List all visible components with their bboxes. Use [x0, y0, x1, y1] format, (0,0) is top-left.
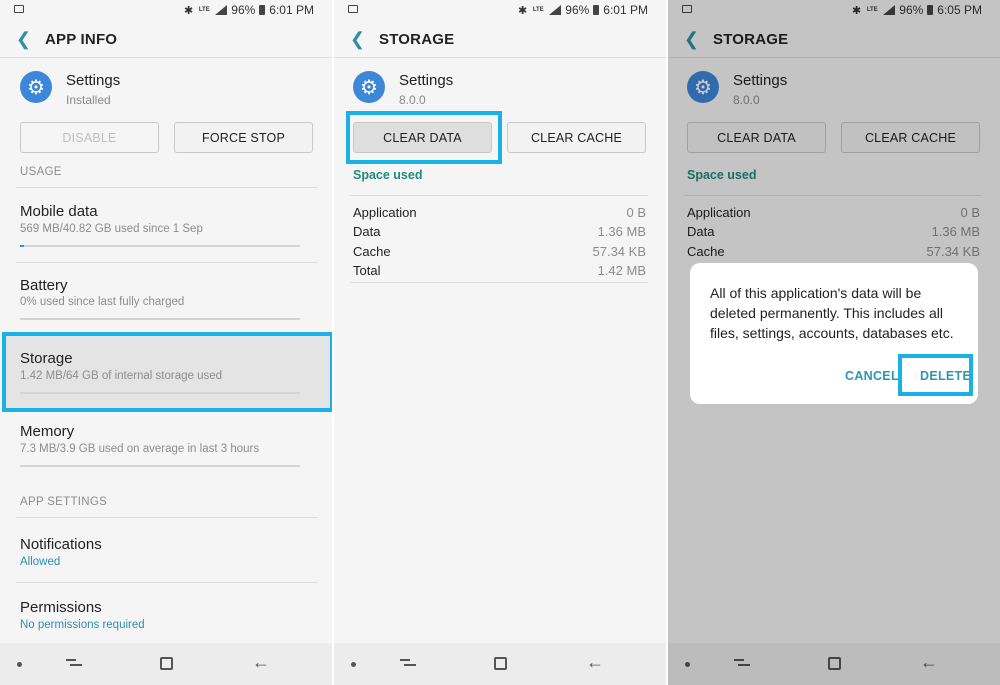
app-version: 8.0.0: [399, 93, 426, 107]
space-used-header: Space used: [353, 168, 423, 182]
app-name: Settings: [399, 72, 454, 89]
cancel-button[interactable]: CANCEL: [845, 369, 899, 383]
signal-icon: [549, 5, 562, 15]
mobile-data-title: Mobile data: [20, 203, 98, 220]
clock: 6:01 PM: [269, 3, 314, 17]
storage-title: Storage: [20, 350, 73, 367]
storage-screen: ✱ LTE 96% 6:01 PM ❮ STORAGE ⚙ Settings 8…: [334, 0, 666, 685]
app-bar: ❮ APP INFO: [0, 26, 332, 54]
row-label: Application: [353, 205, 417, 220]
app-bar: ❮ STORAGE: [334, 26, 666, 54]
battery-sub: 0% used since last fully charged: [20, 296, 185, 308]
app-settings-section-header: APP SETTINGS: [20, 496, 108, 508]
nav-dot-icon[interactable]: [17, 662, 22, 667]
signal-icon: [215, 5, 228, 15]
storage-item-highlight[interactable]: Storage 1.42 MB/64 GB of internal storag…: [2, 332, 334, 412]
dialog-message: All of this application's data will be d…: [710, 285, 954, 341]
battery-icon: [593, 5, 600, 15]
clear-data-highlight: [346, 111, 502, 164]
gallery-icon: [14, 5, 24, 13]
battery-percent: 96%: [231, 3, 256, 17]
notifications-title: Notifications: [20, 536, 102, 553]
storage-row: Total 1.42 MB: [353, 263, 646, 283]
storage-row: Application 0 B: [353, 205, 646, 225]
force-stop-button[interactable]: FORCE STOP: [174, 122, 313, 153]
usage-section-header: USAGE: [20, 166, 62, 178]
mobile-data-usage-fill: [20, 245, 24, 247]
storage-usage-bar: [20, 392, 300, 394]
row-label: Total: [353, 263, 381, 278]
battery-icon: [259, 5, 266, 15]
back-arrow-icon[interactable]: ←: [586, 652, 604, 673]
row-divider: [16, 262, 318, 263]
header-divider: [0, 57, 332, 58]
back-arrow-icon[interactable]: ←: [252, 652, 270, 673]
lte-indicator: LTE: [532, 7, 544, 13]
row-value: 57.34 KB: [592, 244, 647, 259]
battery-title: Battery: [20, 277, 68, 294]
lte-indicator: LTE: [198, 7, 210, 13]
settings-gear-icon: ⚙: [353, 71, 385, 103]
row-divider: [16, 582, 318, 583]
memory-usage-bar: [20, 465, 300, 467]
recents-icon[interactable]: [400, 657, 416, 671]
clear-cache-button[interactable]: CLEAR CACHE: [507, 122, 646, 153]
navigation-bar: ←: [0, 643, 332, 685]
section-divider: [16, 517, 318, 518]
row-value: 1.42 MB: [597, 263, 646, 278]
notifications-sub: Allowed: [20, 556, 61, 568]
storage-sub: 1.42 MB/64 GB of internal storage used: [20, 370, 223, 382]
memory-sub: 7.3 MB/3.9 GB used on average in last 3 …: [20, 443, 260, 455]
nav-dot-icon[interactable]: [351, 662, 356, 667]
mobile-data-usage-bar: [20, 245, 300, 247]
app-name: Settings: [66, 72, 121, 89]
bluetooth-icon: ✱: [184, 4, 194, 17]
battery-usage-bar: [20, 318, 300, 320]
memory-title: Memory: [20, 423, 75, 440]
recents-icon[interactable]: [66, 657, 82, 671]
app-status: Installed: [66, 93, 111, 107]
bluetooth-icon: ✱: [518, 4, 528, 17]
row-value: 1.36 MB: [597, 224, 646, 239]
delete-highlight: [898, 354, 973, 396]
row-label: Data: [353, 224, 381, 239]
home-icon[interactable]: [494, 657, 507, 670]
back-chevron-icon[interactable]: ❮: [16, 29, 31, 50]
home-icon[interactable]: [160, 657, 173, 670]
gallery-icon: [348, 5, 358, 13]
row-value: 0 B: [626, 205, 646, 220]
disable-button[interactable]: DISABLE: [20, 122, 159, 153]
clock: 6:01 PM: [603, 3, 648, 17]
section-divider: [350, 195, 648, 196]
permissions-sub: No permissions required: [20, 619, 145, 631]
row-label: Cache: [353, 244, 391, 259]
page-title: STORAGE: [379, 31, 455, 48]
status-bar: ✱ LTE 96% 6:01 PM: [0, 0, 332, 20]
status-bar: ✱ LTE 96% 6:01 PM: [334, 0, 666, 20]
header-divider: [334, 57, 666, 58]
storage-row: Data 1.36 MB: [353, 224, 646, 244]
storage-dialog-screen: ✱ LTE 96% 6:05 PM ❮ STORAGE ⚙ Settings 8…: [668, 0, 1000, 685]
navigation-bar: ←: [334, 643, 666, 685]
storage-row: Cache 57.34 KB: [353, 244, 646, 264]
mobile-data-sub: 569 MB/40.82 GB used since 1 Sep: [20, 223, 203, 235]
permissions-title: Permissions: [20, 599, 102, 616]
section-divider: [16, 187, 318, 188]
page-title: APP INFO: [45, 31, 118, 48]
back-chevron-icon[interactable]: ❮: [350, 29, 365, 50]
battery-percent: 96%: [565, 3, 590, 17]
section-divider: [350, 282, 648, 283]
settings-gear-icon: ⚙: [20, 71, 52, 103]
